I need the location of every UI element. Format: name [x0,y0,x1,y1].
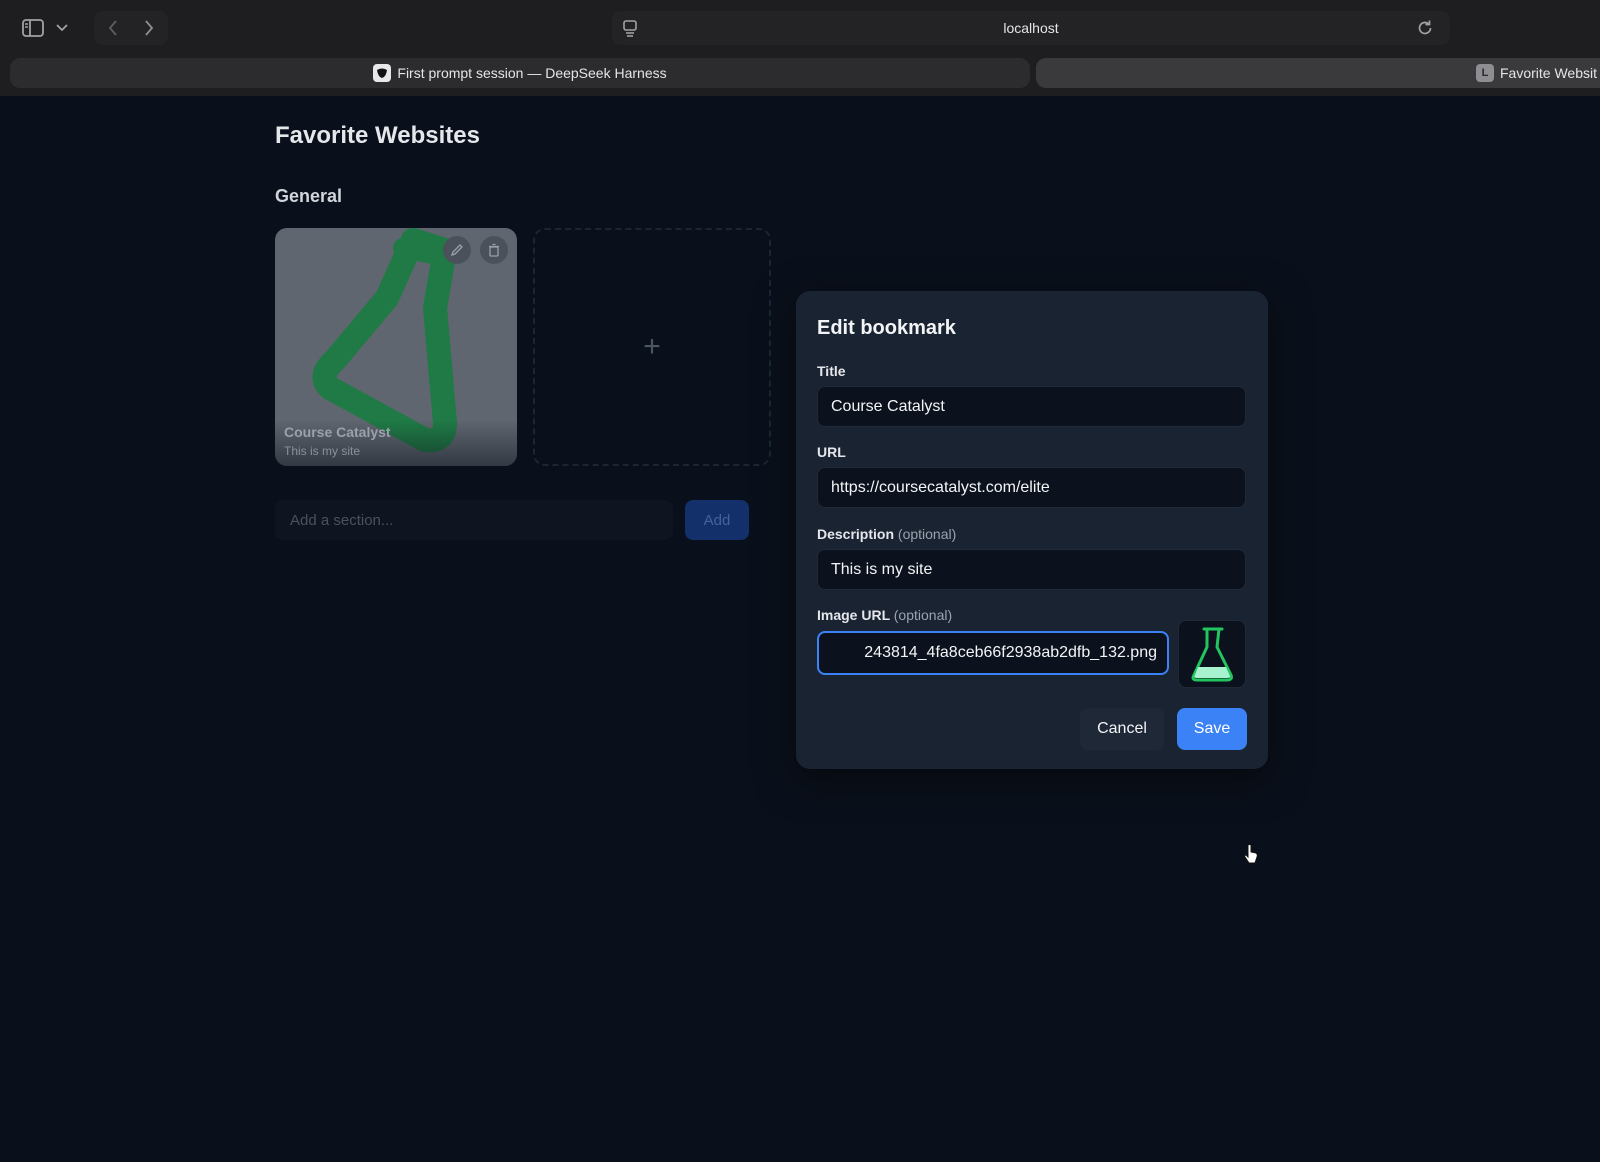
description-optional-hint: (optional) [897,526,957,542]
tab-label: First prompt session — DeepSeek Harness [397,65,667,81]
modal-title: Edit bookmark [817,317,956,339]
description-field-value: This is my site [831,560,933,578]
url-field-value: https://coursecatalyst.com/elite [831,478,1050,496]
address-text: localhost [1003,20,1059,36]
title-field-value: Course Catalyst [831,397,945,415]
tab-favicon-icon: L [1476,64,1494,82]
title-field[interactable]: Course Catalyst [817,386,1246,427]
image-preview [1178,620,1246,688]
tab-favorite-websites[interactable]: L Favorite Websit [1036,58,1600,88]
url-field[interactable]: https://coursecatalyst.com/elite [817,467,1246,508]
add-bookmark-card[interactable]: + [533,228,771,466]
mouse-cursor-icon [1244,844,1258,864]
image-url-field-value: 243814_4fa8ceb66f2938ab2dfb_132.png [864,644,1157,661]
browser-chrome: localhost First prompt session — DeepSee… [0,0,1600,96]
save-button[interactable]: Save [1177,708,1247,750]
cancel-button[interactable]: Cancel [1080,708,1164,750]
add-section-button[interactable]: Add [685,500,749,540]
bookmark-card[interactable]: Course Catalyst This is my site [275,228,517,466]
image-url-label-text: Image URL [817,607,890,623]
forward-arrow-icon[interactable] [134,14,164,42]
trash-icon[interactable] [480,236,508,264]
image-url-optional-hint: (optional) [893,607,953,623]
section-title: General [275,186,343,206]
reload-icon[interactable] [1416,19,1434,37]
address-bar[interactable]: localhost [612,11,1450,45]
page-title: Favorite Websites [275,122,480,149]
description-field[interactable]: This is my site [817,549,1246,590]
description-label-text: Description [817,526,895,542]
description-label: Description (optional) [817,526,956,542]
tab-favicon-icon [373,64,392,82]
image-url-field[interactable]: 243814_4fa8ceb66f2938ab2dfb_132.png [817,631,1169,675]
title-label: Title [817,363,846,379]
tab-strip: First prompt session — DeepSeek Harness … [0,56,1600,92]
card-title: Course Catalyst [284,424,391,440]
url-label: URL [817,444,846,460]
image-url-label: Image URL (optional) [817,607,952,623]
plus-icon: + [643,330,661,363]
card-description: This is my site [284,444,361,458]
chevron-down-icon[interactable] [52,14,72,42]
back-arrow-icon[interactable] [98,14,128,42]
tab-label: Favorite Websit [1500,65,1597,81]
edit-bookmark-modal: Edit bookmark Title Course Catalyst URL … [796,291,1268,769]
flask-icon [1191,627,1233,682]
tab-deepseek-harness[interactable]: First prompt session — DeepSeek Harness [10,58,1030,88]
add-section-input[interactable] [275,500,673,540]
sidebar-toggle-icon[interactable] [18,14,48,42]
browser-toolbar: localhost [0,0,1600,56]
pencil-icon[interactable] [443,236,471,264]
